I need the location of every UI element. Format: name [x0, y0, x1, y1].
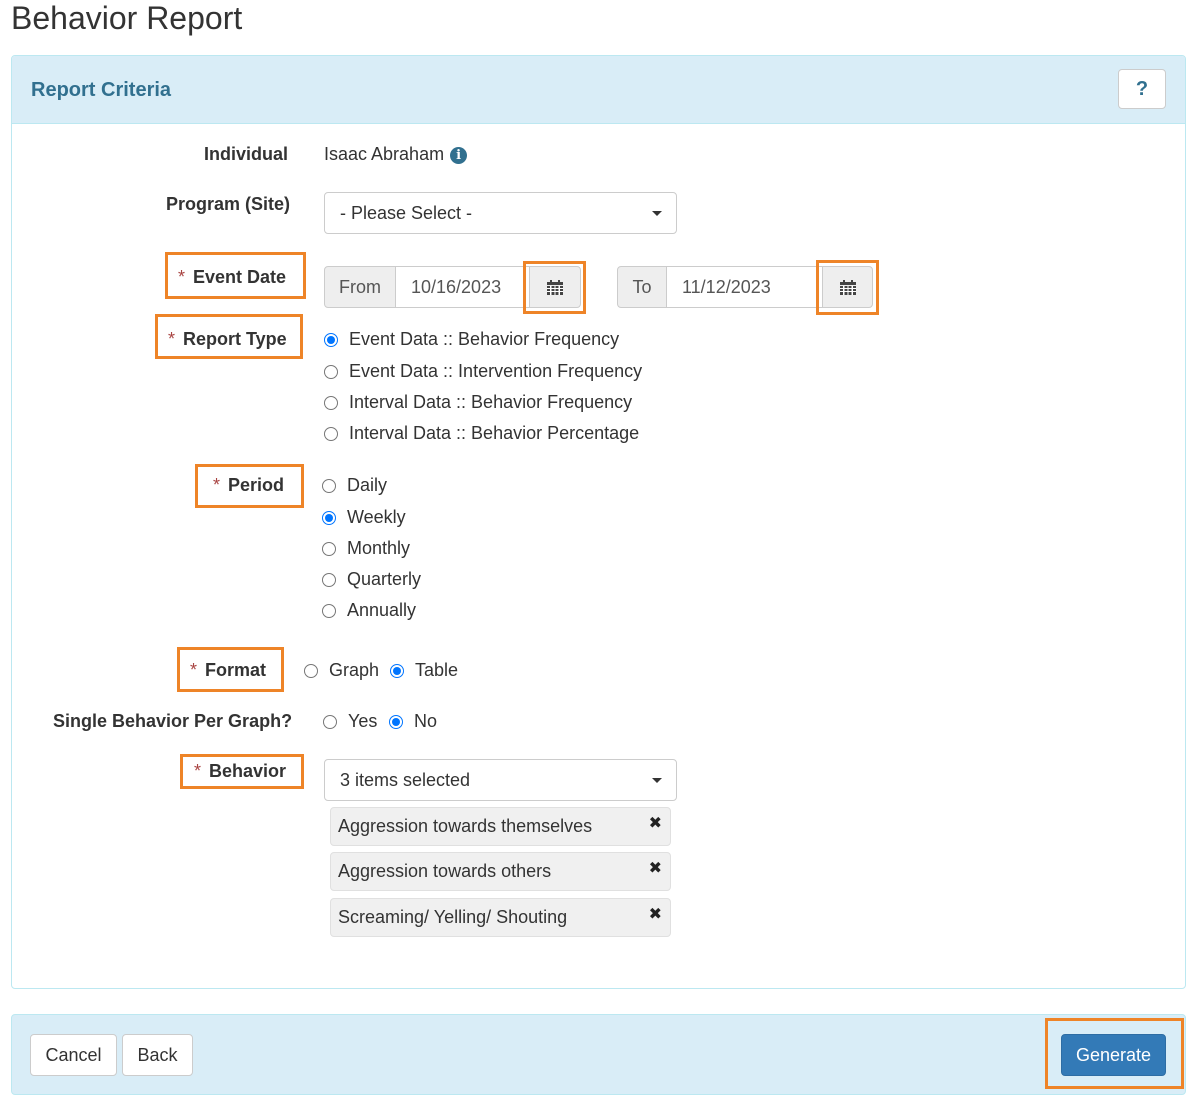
behavior-summary: 3 items selected	[340, 769, 471, 790]
format-label-text: Format	[205, 660, 267, 680]
required-mark: *	[178, 267, 186, 287]
tag-label: Aggression towards themselves	[338, 816, 593, 836]
report-type-option-interval-percentage[interactable]: Interval Data :: Behavior Percentage	[324, 423, 639, 444]
close-icon[interactable]: ✖	[649, 813, 662, 832]
generate-highlight	[1045, 1018, 1184, 1089]
behavior-multiselect[interactable]: 3 items selected	[324, 759, 677, 801]
format-label: * Format	[190, 660, 266, 681]
format-option-table[interactable]: Table	[390, 660, 458, 681]
radio-button[interactable]	[324, 395, 338, 410]
program-select[interactable]: - Please Select -	[324, 192, 677, 234]
info-icon[interactable]: i	[450, 147, 468, 164]
option-label: Event Data :: Intervention Frequency	[349, 361, 643, 381]
to-date-input[interactable]: 11/12/2023	[666, 266, 823, 308]
from-addon: From	[324, 266, 396, 308]
single-behavior-option-no[interactable]: No	[389, 711, 437, 732]
from-date-input[interactable]: 10/16/2023	[395, 266, 530, 308]
radio-button[interactable]	[324, 332, 338, 347]
single-behavior-option-yes[interactable]: Yes	[323, 711, 377, 732]
radio-button[interactable]	[322, 541, 336, 556]
single-behavior-label: Single Behavior Per Graph?	[53, 711, 293, 731]
panel-heading: Report Criteria ?	[12, 56, 1185, 124]
report-type-label: * Report Type	[168, 329, 287, 350]
option-label: Table	[415, 660, 459, 680]
option-label: No	[414, 711, 438, 731]
from-calendar-highlight	[523, 261, 586, 314]
selected-behavior-tag: Aggression towards others ✖	[330, 852, 671, 891]
radio-button[interactable]	[389, 714, 403, 729]
radio-button[interactable]	[322, 603, 336, 618]
selected-behavior-tag: Screaming/ Yelling/ Shouting ✖	[330, 898, 671, 937]
period-option-daily[interactable]: Daily	[322, 475, 387, 496]
period-option-quarterly[interactable]: Quarterly	[322, 569, 421, 590]
option-label: Monthly	[347, 538, 411, 558]
radio-button[interactable]	[322, 572, 336, 587]
option-label: Interval Data :: Behavior Frequency	[349, 392, 633, 412]
close-icon[interactable]: ✖	[649, 904, 662, 923]
event-date-label-text: Event Date	[193, 267, 287, 287]
report-type-option-event-behavior[interactable]: Event Data :: Behavior Frequency	[324, 329, 619, 350]
tag-label: Screaming/ Yelling/ Shouting	[338, 907, 568, 927]
period-label-text: Period	[228, 475, 285, 495]
program-label: Program (Site)	[166, 194, 291, 214]
period-option-weekly[interactable]: Weekly	[322, 507, 406, 528]
to-calendar-highlight	[816, 260, 879, 315]
radio-button[interactable]	[323, 714, 337, 729]
report-type-option-event-intervention[interactable]: Event Data :: Intervention Frequency	[324, 361, 642, 382]
option-label: Interval Data :: Behavior Percentage	[349, 423, 640, 443]
radio-button[interactable]	[304, 663, 318, 678]
individual-name: Isaac Abraham	[324, 144, 445, 164]
behavior-label-text: Behavior	[209, 761, 287, 781]
individual-value: Isaac Abraham i	[324, 144, 468, 165]
back-button[interactable]: Back	[122, 1034, 193, 1076]
chevron-down-icon	[652, 778, 662, 783]
required-mark: *	[168, 329, 176, 349]
radio-button[interactable]	[324, 364, 338, 379]
panel-title: Report Criteria	[31, 79, 172, 101]
behavior-label: * Behavior	[194, 761, 286, 782]
required-mark: *	[194, 761, 202, 781]
option-label: Graph	[329, 660, 380, 680]
radio-button[interactable]	[324, 426, 338, 441]
cancel-button[interactable]: Cancel	[30, 1034, 117, 1076]
format-option-graph[interactable]: Graph	[304, 660, 379, 681]
radio-button[interactable]	[390, 663, 404, 678]
option-label: Event Data :: Behavior Frequency	[349, 329, 620, 349]
option-label: Yes	[348, 711, 378, 731]
period-label: * Period	[213, 475, 284, 496]
radio-button[interactable]	[322, 510, 336, 525]
close-icon[interactable]: ✖	[649, 858, 662, 877]
option-label: Annually	[347, 600, 417, 620]
chevron-down-icon	[652, 211, 662, 216]
help-button[interactable]: ?	[1118, 69, 1166, 109]
to-addon: To	[617, 266, 667, 308]
program-selected: - Please Select -	[340, 202, 473, 223]
required-mark: *	[213, 475, 221, 495]
radio-button[interactable]	[322, 478, 336, 493]
page-title: Behavior Report	[11, 0, 243, 36]
report-type-label-text: Report Type	[183, 329, 287, 349]
event-date-label: * Event Date	[178, 267, 286, 288]
period-option-monthly[interactable]: Monthly	[322, 538, 410, 559]
selected-behavior-tag: Aggression towards themselves ✖	[330, 807, 671, 846]
option-label: Quarterly	[347, 569, 422, 589]
required-mark: *	[190, 660, 198, 680]
report-type-option-interval-behavior[interactable]: Interval Data :: Behavior Frequency	[324, 392, 632, 413]
option-label: Weekly	[347, 507, 406, 527]
individual-label: Individual	[204, 144, 288, 165]
period-option-annually[interactable]: Annually	[322, 600, 416, 621]
individual-label-text: Individual	[204, 144, 289, 164]
option-label: Daily	[347, 475, 388, 495]
tag-label: Aggression towards others	[338, 861, 552, 881]
